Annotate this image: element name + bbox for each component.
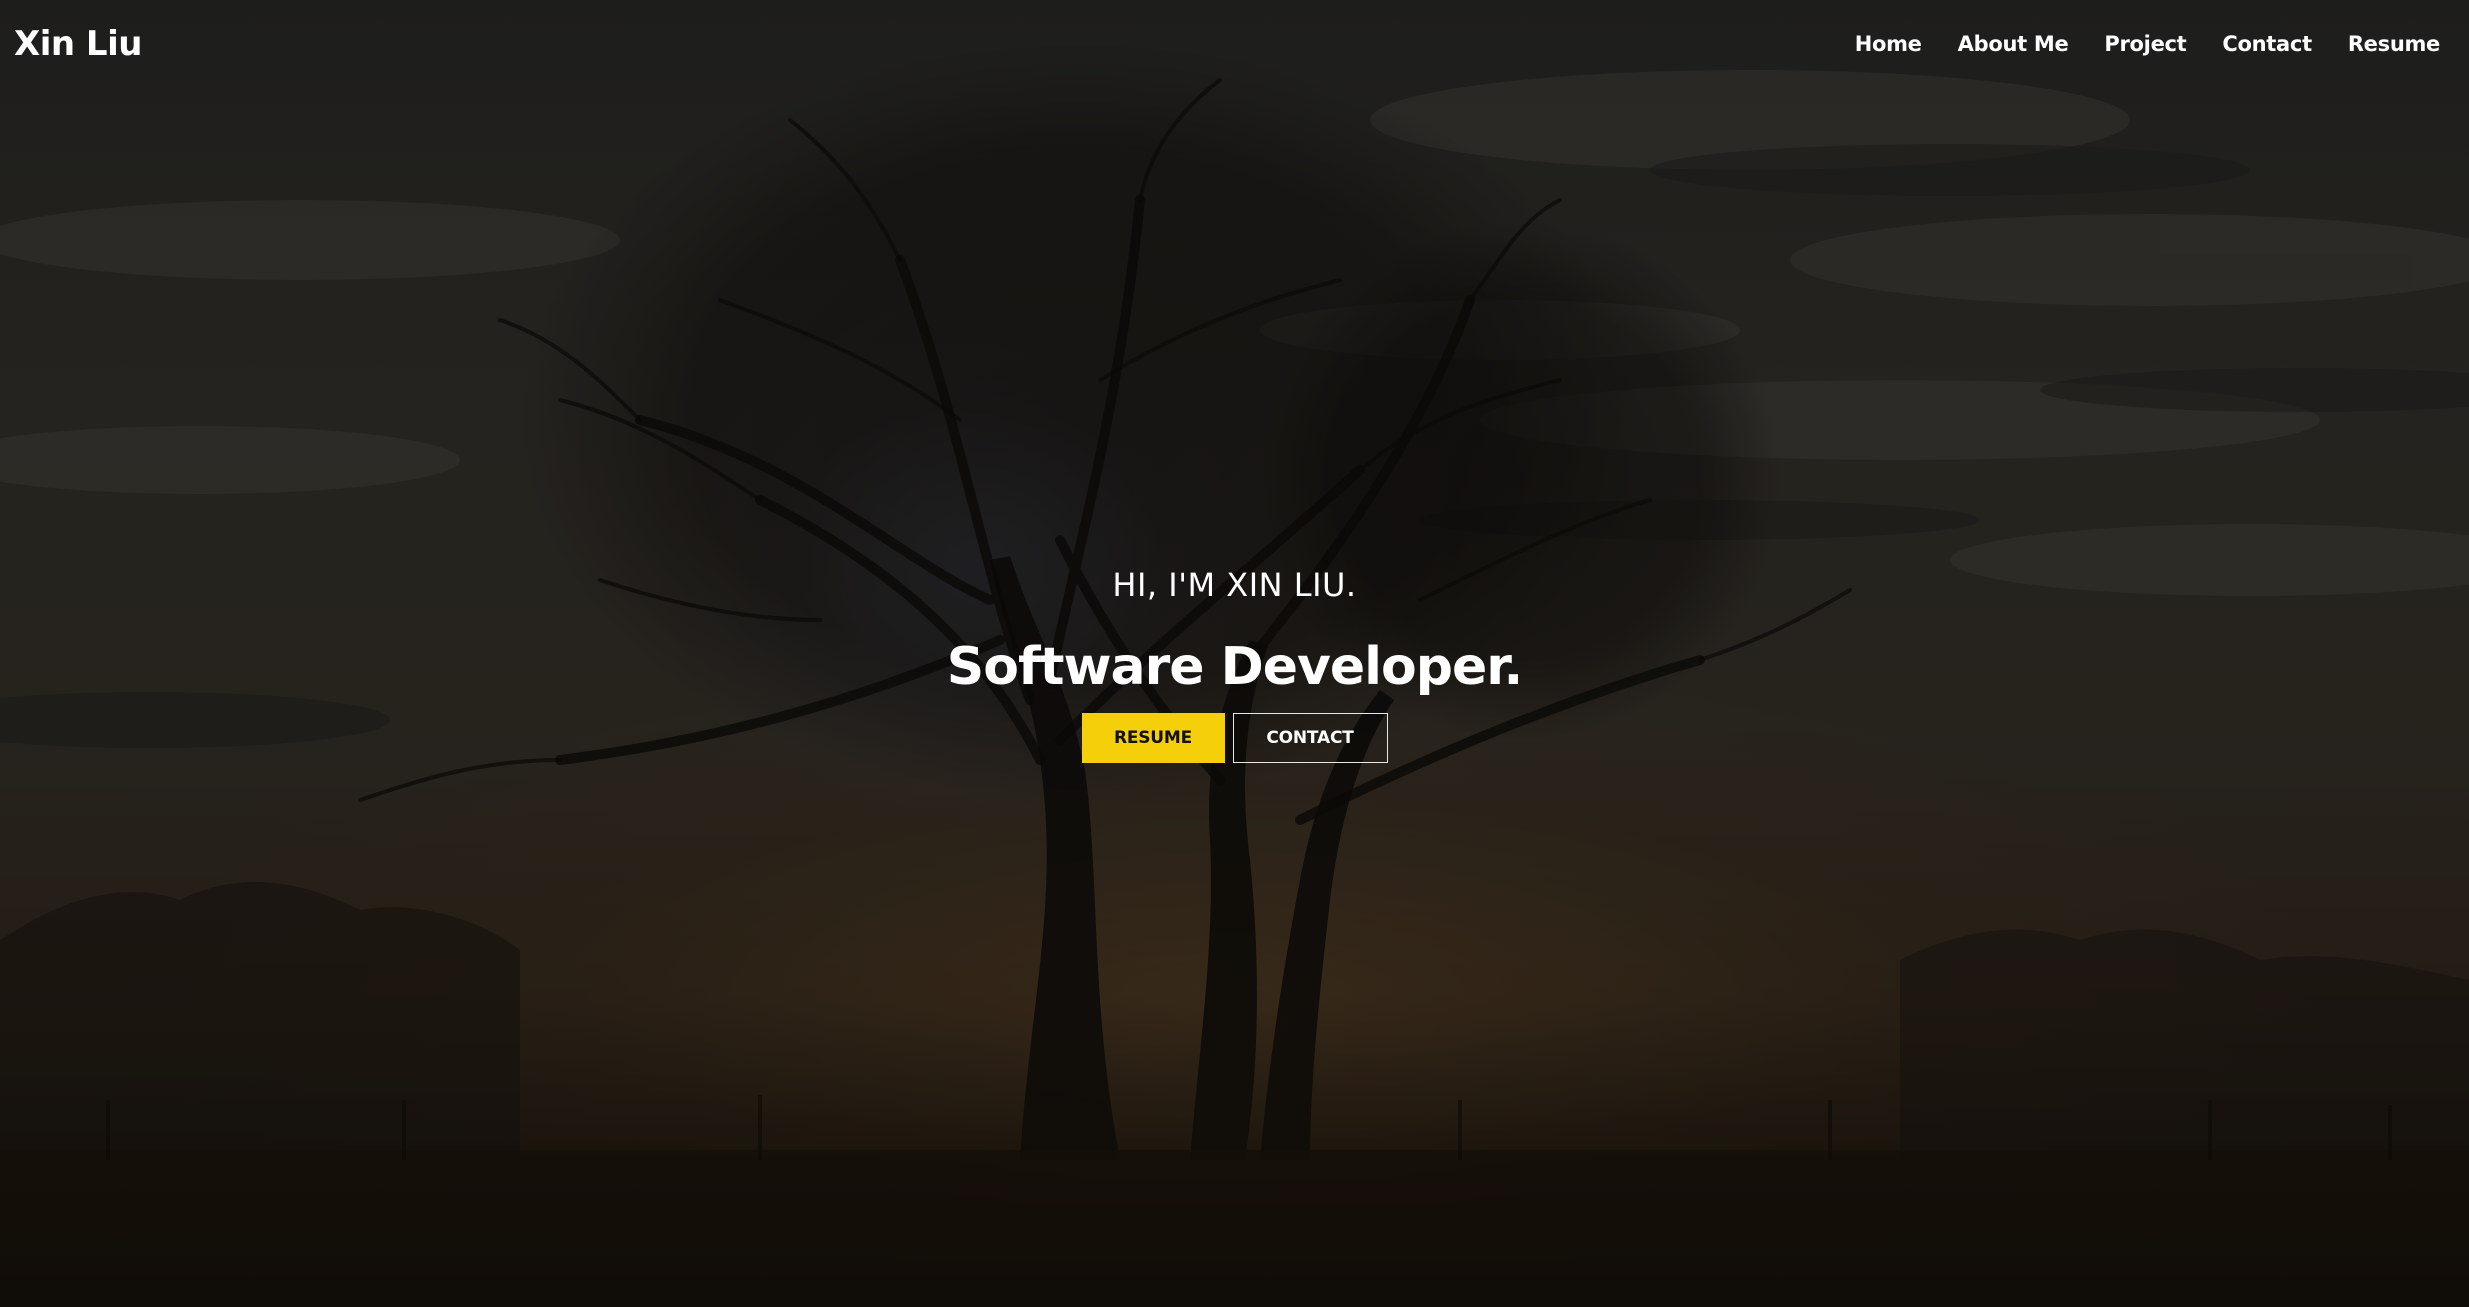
resume-button[interactable]: RESUME	[1081, 713, 1225, 763]
nav-project-link[interactable]: Project	[2104, 32, 2186, 56]
nav-resume-link[interactable]: Resume	[2348, 32, 2440, 56]
top-navbar: Xin Liu Home About Me Project Contact Re…	[0, 0, 2469, 92]
nav-home-link[interactable]: Home	[1855, 32, 1922, 56]
hero-content: HI, I'M XIN LIU. Software Developer. RES…	[0, 563, 2469, 763]
nav-about-link[interactable]: About Me	[1958, 32, 2069, 56]
hero-headline: Software Developer.	[946, 637, 1523, 697]
brand-logo[interactable]: Xin Liu	[14, 24, 142, 64]
contact-button[interactable]: CONTACT	[1232, 713, 1388, 763]
hero-buttons: RESUME CONTACT	[0, 713, 2469, 763]
nav-contact-link[interactable]: Contact	[2222, 32, 2312, 56]
hero-section: Xin Liu Home About Me Project Contact Re…	[0, 0, 2469, 1307]
hero-greeting: HI, I'M XIN LIU.	[1112, 566, 1357, 604]
nav-links: Home About Me Project Contact Resume	[1819, 32, 2441, 56]
